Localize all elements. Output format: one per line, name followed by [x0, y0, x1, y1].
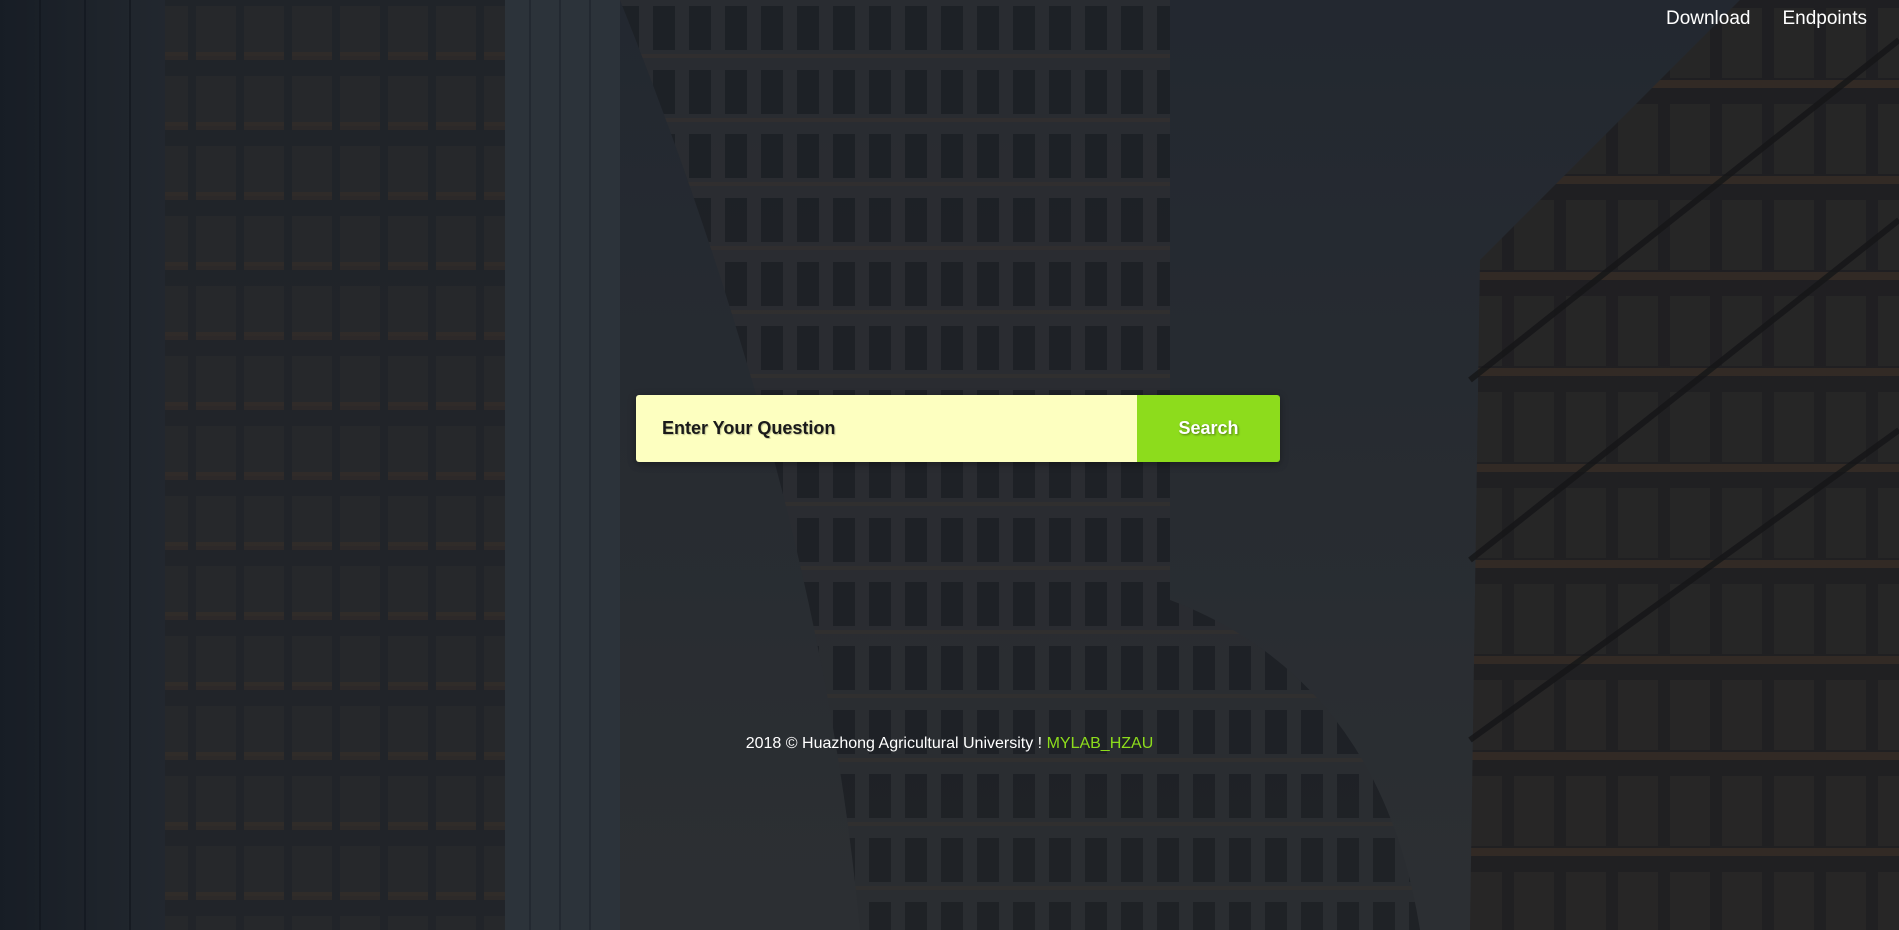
footer-copyright-text: 2018 © Huazhong Agricultural University … [745, 735, 1047, 752]
search-form: Search [636, 395, 1280, 462]
nav-download-link[interactable]: Download [1666, 8, 1751, 30]
page: Download Endpoints Search 2018 © Huazhon… [0, 0, 1899, 930]
footer: 2018 © Huazhong Agricultural University … [0, 735, 1899, 753]
top-nav: Download Endpoints [1666, 8, 1867, 30]
nav-endpoints-link[interactable]: Endpoints [1782, 8, 1867, 30]
question-search-input[interactable] [636, 395, 1137, 462]
background-dim-overlay [0, 0, 1899, 930]
footer-brand-link[interactable]: MYLAB_HZAU [1047, 735, 1154, 752]
search-button[interactable]: Search [1137, 395, 1280, 462]
